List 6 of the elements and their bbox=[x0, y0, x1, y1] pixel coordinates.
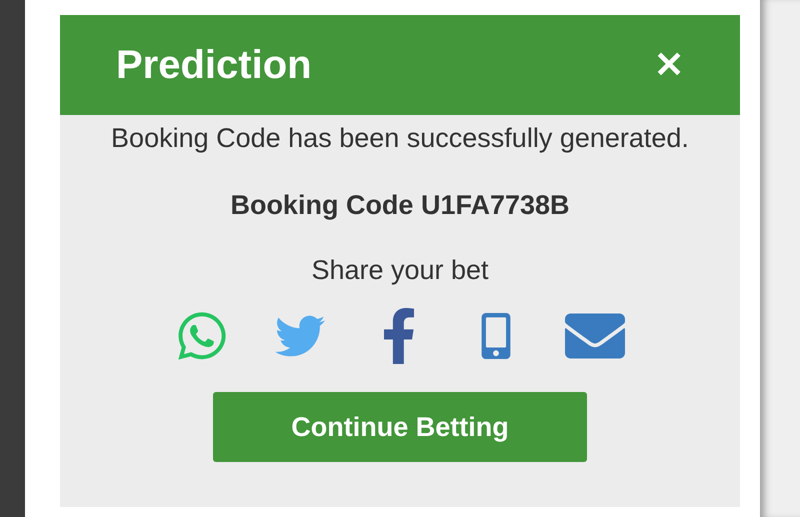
success-message: Booking Code has been successfully generated. bbox=[111, 123, 689, 154]
booking-code: Booking Code U1FA7738B bbox=[230, 190, 570, 221]
share-label: Share your bet bbox=[311, 255, 489, 286]
continue-betting-button[interactable]: Continue Betting bbox=[213, 392, 587, 462]
close-button[interactable]: ✕ bbox=[654, 44, 684, 86]
dialog-title: Prediction bbox=[116, 42, 312, 88]
